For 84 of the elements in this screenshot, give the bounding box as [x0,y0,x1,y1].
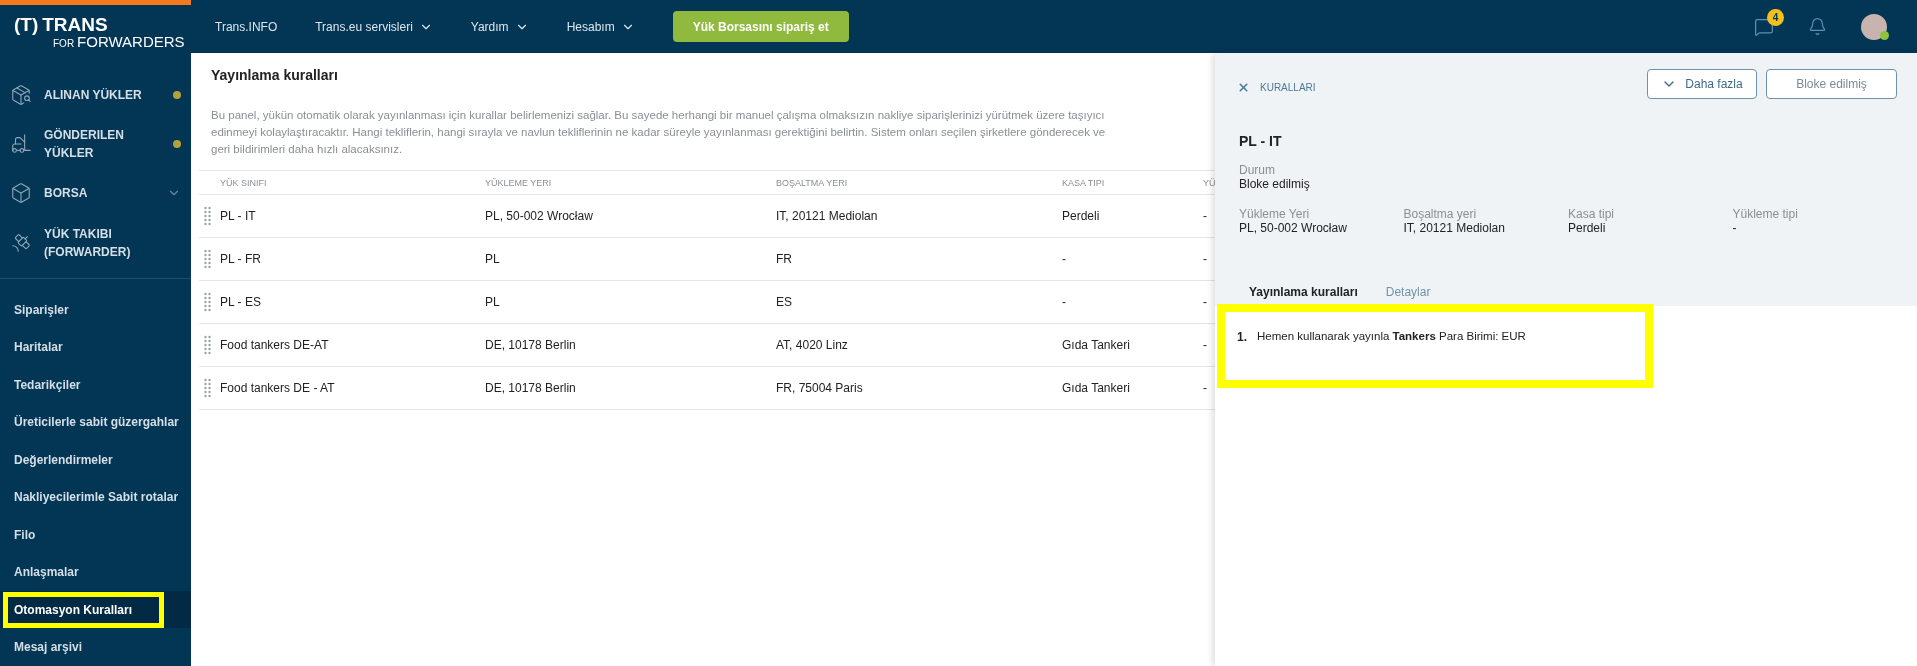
column-header: YÜK SINIFI [220,177,268,188]
table-cell-text: - [1203,338,1208,352]
drag-handle-icon[interactable] [204,378,212,398]
sidebar-link[interactable]: Tedarikçiler [14,377,81,392]
table-cell-text: PL - IT [220,209,257,223]
table-cell-text: - [1203,381,1208,395]
sidebar-link[interactable]: Otomasyon Kuralları [3,591,164,628]
sidebar-module[interactable]: ALINAN YÜKLER [44,85,161,104]
logo-mark: (T) [14,15,39,34]
logo-tagline: FORWARDERS [77,34,185,50]
sidebar-link[interactable]: Filo [14,527,36,542]
table-cell-text: AT, 4020 Linz [776,338,849,352]
table-cell-text: Gıda Tankeri [1062,381,1131,395]
field-value: PL, 50-002 Wrocław [1239,221,1348,235]
field-label: Yükleme Yeri [1239,207,1311,221]
field-label: Durum [1239,163,1276,177]
top-nav-link[interactable]: Hesabım [566,19,635,34]
box-icon [10,182,32,205]
close-button[interactable]: KURALLARI [1237,80,1316,94]
table-cell-text: DE, 10178 Berlin [485,381,577,395]
field-label: Boşaltma yeri [1403,207,1478,221]
table-cell-text: PL [485,252,501,266]
table-cell-text: PL - ES [220,295,262,309]
satellite-icon [10,231,32,254]
sidebar-module[interactable]: GÖNDERILEN YÜKLER [44,126,161,163]
drag-handle-icon[interactable] [204,335,212,355]
table-cell-text: - [1203,295,1208,309]
sidebar-link[interactable]: Mesaj arşivi [14,640,83,655]
bell-icon[interactable] [1808,17,1827,36]
close-icon [1237,80,1250,94]
field-value: Perdeli [1568,221,1607,235]
avatar[interactable] [1861,13,1887,40]
sidebar-link[interactable]: Haritalar [14,340,63,355]
drag-handle-icon[interactable] [204,249,212,269]
table-cell-text: Perdeli [1062,209,1101,223]
table-cell-text: Food tankers DE-AT [220,338,330,352]
table-cell-text: Gıda Tankeri [1062,338,1131,352]
top-nav-link[interactable]: Trans.eu servisleri [315,19,433,34]
online-dot [1880,30,1889,40]
table-cell-text: - [1062,252,1067,266]
status-button[interactable]: Bloke edilmiş [1766,69,1897,99]
table-cell-text: ES [776,295,793,309]
sidebar-link[interactable]: Nakliyecilerimle Sabit rotalar [14,490,179,505]
sidebar-link[interactable]: Anlaşmalar [14,565,79,580]
sidebar-link[interactable]: Değerlendirmeler [14,452,113,467]
tab[interactable]: Yayınlama kuralları [1249,285,1358,306]
field-label: Yükleme tipi [1732,207,1799,221]
table-cell-text: IT, 20121 Mediolan [776,209,879,223]
table-cell-text: DE, 10178 Berlin [485,338,577,352]
page-title: Yayınlama kuralları [211,67,339,85]
table-cell-text: FR, 75004 Paris [776,381,864,395]
page-description: Bu panel, yükün otomatik olarak yayınlanması için kurallar belirlemenizi sağlar. Bu sayede herhangi bir manuel çalışma olmaksızın nakliye siparişlerinizi yürütmek üzere taşıyıcı edinmeyi kolaylaştıracaktır. Hangi tekliflerin, hangi sırayla ve navlun tekliflerinin ne kadar süreyle yayınlanması gerektiğini belirtin. Sistem onları seçilen şirketlere gönderecek ve geri bildirimleri daha hızlı alacaksınız. [211,108,1107,157]
field-value: IT, 20121 Mediolan [1403,221,1506,235]
field-label: Kasa tipi [1568,207,1616,221]
table-cell-text: - [1203,209,1208,223]
column-header: YÜ [1203,177,1215,188]
sidebar-module[interactable]: YÜK TAKIBI (FORWARDER) [44,224,181,261]
table-cell-text: - [1203,252,1208,266]
panel-title: PL - IT [1239,133,1283,149]
drag-handle-icon[interactable] [204,292,212,312]
messages-icon[interactable] [1754,16,1774,37]
column-header: YÜKLEME YERI [485,177,553,188]
top-nav-link[interactable]: Yardım [470,19,529,34]
field-value: Bloke edilmiş [1239,177,1311,191]
table-cell-text: PL [485,295,501,309]
table-cell-text: - [1062,295,1067,309]
sidebar-module[interactable]: BORSA [44,184,155,203]
rule-text: Hemen kullanarak yayınla Tankers Para Birimi: EUR [1257,330,1526,344]
logo-prefix: FOR [53,37,75,51]
column-header: KASA TIPI [1062,177,1106,188]
sidebar-link[interactable]: Siparişler [14,302,69,317]
drag-handle-icon[interactable] [204,206,212,226]
field-value: - [1732,221,1738,235]
table-cell-text: Food tankers DE - AT [220,381,336,395]
sidebar-link[interactable]: Üreticilerle sabit güzergahlar [14,415,179,430]
logo-name: TRANS [42,15,108,34]
rule-number: 1. [1237,330,1247,344]
column-header: BOŞALTMA YERI [776,177,849,188]
top-nav-link[interactable]: Trans.INFO [215,19,278,34]
notification-badge: 4 [1767,8,1784,26]
more-button[interactable]: Daha fazla [1647,69,1757,99]
table-cell-text: PL, 50-002 Wrocław [485,209,594,223]
table-cell-text: PL - FR [220,252,262,266]
table-cell-text: FR [776,252,793,266]
